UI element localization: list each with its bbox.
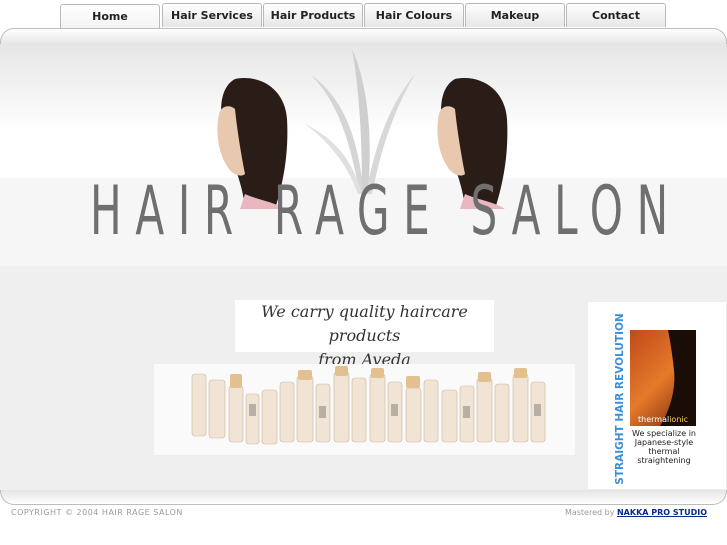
tab-makeup[interactable]: Makeup — [465, 3, 565, 27]
product-bottles — [191, 366, 546, 445]
ad-caption: We specialize in Japanese-style thermal … — [632, 429, 696, 465]
ad-brand-suffix: ionic — [669, 415, 688, 424]
header-banner: HAIR RAGE SALON — [0, 44, 727, 266]
tab-hair-colours[interactable]: Hair Colours — [364, 3, 464, 27]
credit-prefix: Mastered by — [564, 508, 615, 517]
product-lineup-image — [154, 364, 575, 455]
copyright-text: COPYRIGHT © 2004 HAIR RAGE SALON — [11, 508, 183, 517]
frame-bottom-border — [0, 490, 727, 505]
ad-vertical-heading: STRAIGHT HAIR REVOLUTION — [612, 313, 628, 484]
svg-text:thermalionic: thermalionic — [638, 415, 688, 424]
tab-hair-products[interactable]: Hair Products — [263, 3, 363, 27]
top-navigation: Home Hair Services Hair Products Hair Co… — [0, 0, 727, 30]
tab-contact[interactable]: Contact — [566, 3, 666, 27]
studio-link[interactable]: NAKKA PRO STUDIO — [617, 508, 707, 517]
site-title: HAIR RAGE SALON — [90, 172, 682, 251]
aveda-tagline: We carry quality haircare products from … — [235, 300, 494, 369]
tagline-line-1: We carry quality haircare products — [261, 302, 468, 345]
page-bottom — [0, 525, 727, 545]
ad-vertical-text: STRAIGHT HAIR REVOLUTION — [614, 313, 626, 485]
tab-home[interactable]: Home — [60, 4, 160, 28]
footer: COPYRIGHT © 2004 HAIR RAGE SALON Mastere… — [0, 505, 727, 525]
ad-brand-prefix: thermal — [638, 415, 669, 424]
frame-top-border — [0, 28, 727, 45]
credit-text: Mastered by NAKKA PRO STUDIO — [565, 508, 707, 517]
ad-portrait-image: thermalionic — [630, 330, 696, 426]
tab-hair-services[interactable]: Hair Services — [162, 3, 262, 27]
